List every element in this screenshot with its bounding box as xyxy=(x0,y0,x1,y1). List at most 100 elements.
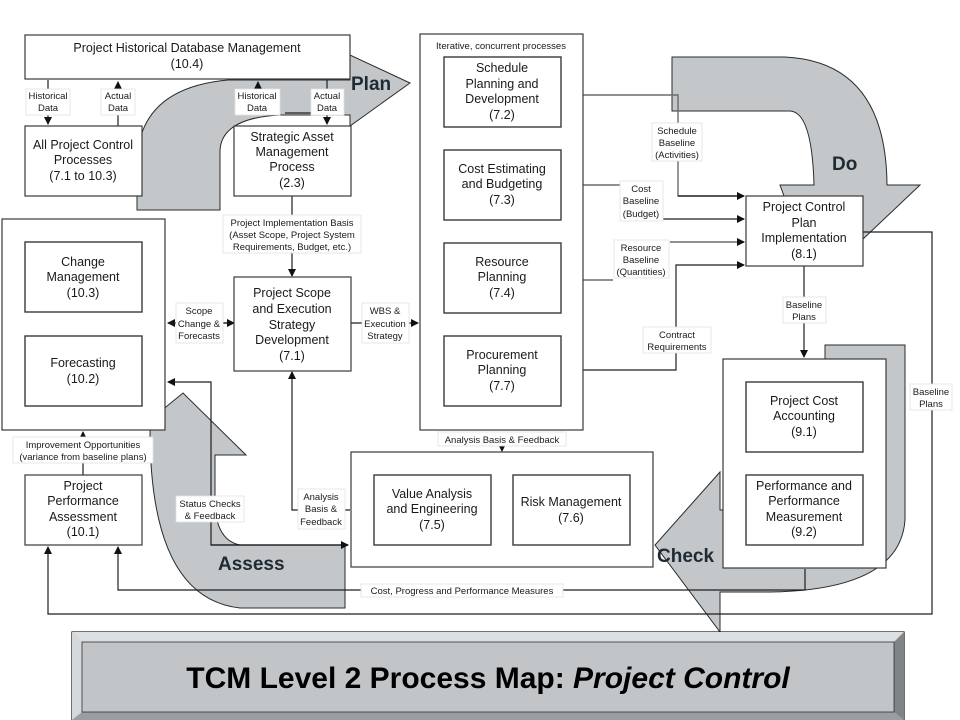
label-actual-data-1: Actual Data xyxy=(100,88,136,116)
node-resource-planning[interactable]: Resource Planning (7.4) xyxy=(443,242,562,314)
label-text: Cost, Progress and Performance Measures xyxy=(371,586,554,597)
label-historical-data-1: Historical Data xyxy=(25,88,71,116)
node-line: Development xyxy=(465,92,539,106)
label-schedule-baseline: Schedule Baseline (Activities) xyxy=(651,122,703,162)
node-project-control-plan-implementation[interactable]: Project Control Plan Implementation (8.1… xyxy=(745,195,864,267)
label-text: Data xyxy=(317,103,338,114)
node-line: Project Scope xyxy=(253,286,331,300)
label-text: Schedule xyxy=(657,126,697,137)
label-text: (variance from baseline plans) xyxy=(19,452,146,463)
node-line: Performance and xyxy=(756,479,852,493)
node-code: (7.5) xyxy=(419,518,445,532)
node-code: (7.6) xyxy=(558,511,584,525)
node-line: Plan xyxy=(791,216,816,230)
node-line: All Project Control xyxy=(33,138,133,152)
node-strategic-asset-management[interactable]: Strategic Asset Management Process (2.3) xyxy=(233,125,352,197)
node-schedule-planning[interactable]: Schedule Planning and Development (7.2) xyxy=(443,56,562,128)
label-historical-data-2: Historical Data xyxy=(234,88,281,116)
label-text: Requirements xyxy=(647,342,706,353)
node-all-project-control-processes[interactable]: All Project Control Processes (7.1 to 10… xyxy=(24,125,143,197)
label-text: Execution xyxy=(364,319,406,330)
label-text: (Quantities) xyxy=(616,267,665,278)
node-line: Assessment xyxy=(49,510,118,524)
node-title: Project Historical Database Management xyxy=(73,41,301,55)
label-text: Strategy xyxy=(367,331,403,342)
label-text: Project Implementation Basis xyxy=(230,218,353,229)
label-text: Cost xyxy=(631,184,651,195)
node-change-management[interactable]: Change Management (10.3) xyxy=(24,241,143,313)
label-actual-data-2: Actual Data xyxy=(310,88,345,116)
label-text: Actual xyxy=(105,91,131,102)
node-value-analysis[interactable]: Value Analysis and Engineering (7.5) xyxy=(373,474,492,546)
node-line: Implementation xyxy=(761,231,847,245)
label-text: (Activities) xyxy=(655,150,699,161)
node-line: Strategy xyxy=(269,318,316,332)
label-text: WBS & xyxy=(370,306,401,317)
label-wbs: WBS & Execution Strategy xyxy=(361,302,410,344)
process-map-diagram: Project Historical Database Management (… xyxy=(1,33,953,720)
node-line: and Budgeting xyxy=(462,177,543,191)
node-line: Planning xyxy=(478,270,527,284)
node-line: Measurement xyxy=(766,510,843,524)
label-text: Baseline xyxy=(659,138,695,149)
label-text: Forecasts xyxy=(178,331,220,342)
node-code: (7.4) xyxy=(489,286,515,300)
node-code: (2.3) xyxy=(279,176,305,190)
node-performance-measurement[interactable]: Performance and Performance Measurement … xyxy=(745,474,864,546)
label-status-checks: Status Checks & Feedback xyxy=(175,495,245,523)
node-line: Process xyxy=(269,160,314,174)
label-resource-baseline: Resource Baseline (Quantities) xyxy=(613,239,670,279)
node-line: Accounting xyxy=(773,409,835,423)
node-forecasting[interactable]: Forecasting (10.2) xyxy=(24,335,143,407)
node-code: (10.4) xyxy=(171,57,204,71)
page-title: TCM Level 2 Process Map: Project Control xyxy=(186,662,790,695)
phase-label-plan: Plan xyxy=(351,74,391,95)
node-historical-database[interactable]: Project Historical Database Management (… xyxy=(24,34,351,80)
label-text: (Asset Scope, Project System xyxy=(229,230,355,241)
node-line: Strategic Asset xyxy=(250,130,334,144)
node-line: and Execution xyxy=(252,302,331,316)
title-emphasis: Project Control xyxy=(573,662,790,695)
node-code: (10.1) xyxy=(67,525,100,539)
phase-label-do: Do xyxy=(832,154,857,175)
label-text: Analysis xyxy=(303,492,339,503)
node-risk-management[interactable]: Risk Management (7.6) xyxy=(512,474,631,546)
node-line: Cost Estimating xyxy=(458,162,546,176)
label-text: (Budget) xyxy=(623,209,659,220)
label-text: Resource xyxy=(621,243,662,254)
node-procurement-planning[interactable]: Procurement Planning (7.7) xyxy=(443,335,562,407)
node-line: Forecasting xyxy=(50,356,115,370)
node-line: Risk Management xyxy=(521,495,622,509)
label-text: Basis & xyxy=(305,504,338,515)
label-text: Status Checks xyxy=(179,499,240,510)
node-project-performance-assessment[interactable]: Project Performance Assessment (10.1) xyxy=(24,474,143,546)
label-implementation-basis: Project Implementation Basis (Asset Scop… xyxy=(222,214,362,254)
node-project-cost-accounting[interactable]: Project Cost Accounting (9.1) xyxy=(745,381,864,453)
node-line: Processes xyxy=(54,153,112,167)
node-line: Management xyxy=(256,145,329,159)
label-text: Contract xyxy=(659,330,695,341)
node-line: Project xyxy=(64,479,103,493)
phase-label-assess: Assess xyxy=(218,554,285,575)
node-code: (10.2) xyxy=(67,372,100,386)
label-text: Baseline xyxy=(623,255,659,266)
node-code: (7.3) xyxy=(489,193,515,207)
label-contract-requirements: Contract Requirements xyxy=(642,326,712,354)
node-cost-estimating[interactable]: Cost Estimating and Budgeting (7.3) xyxy=(443,149,562,221)
phase-label-check: Check xyxy=(657,546,714,567)
label-text: Historical xyxy=(28,91,67,102)
node-line: Schedule xyxy=(476,61,528,75)
node-line: Procurement xyxy=(466,348,538,362)
label-text: Improvement Opportunities xyxy=(26,440,141,451)
label-cost-baseline: Cost Baseline (Budget) xyxy=(619,180,664,222)
label-text: Data xyxy=(247,103,268,114)
node-scope-execution-strategy[interactable]: Project Scope and Execution Strategy Dev… xyxy=(233,276,352,372)
node-code: (9.1) xyxy=(791,425,817,439)
title-prefix: TCM Level 2 Process Map: xyxy=(186,662,573,695)
label-text: Baseline xyxy=(623,196,659,207)
node-line: Resource xyxy=(475,255,529,269)
node-line: Project Cost xyxy=(770,394,839,408)
label-improvement-opportunities: Improvement Opportunities (variance from… xyxy=(12,436,154,464)
title-banner: TCM Level 2 Process Map: Project Control xyxy=(71,631,905,720)
label-text: Data xyxy=(108,103,129,114)
